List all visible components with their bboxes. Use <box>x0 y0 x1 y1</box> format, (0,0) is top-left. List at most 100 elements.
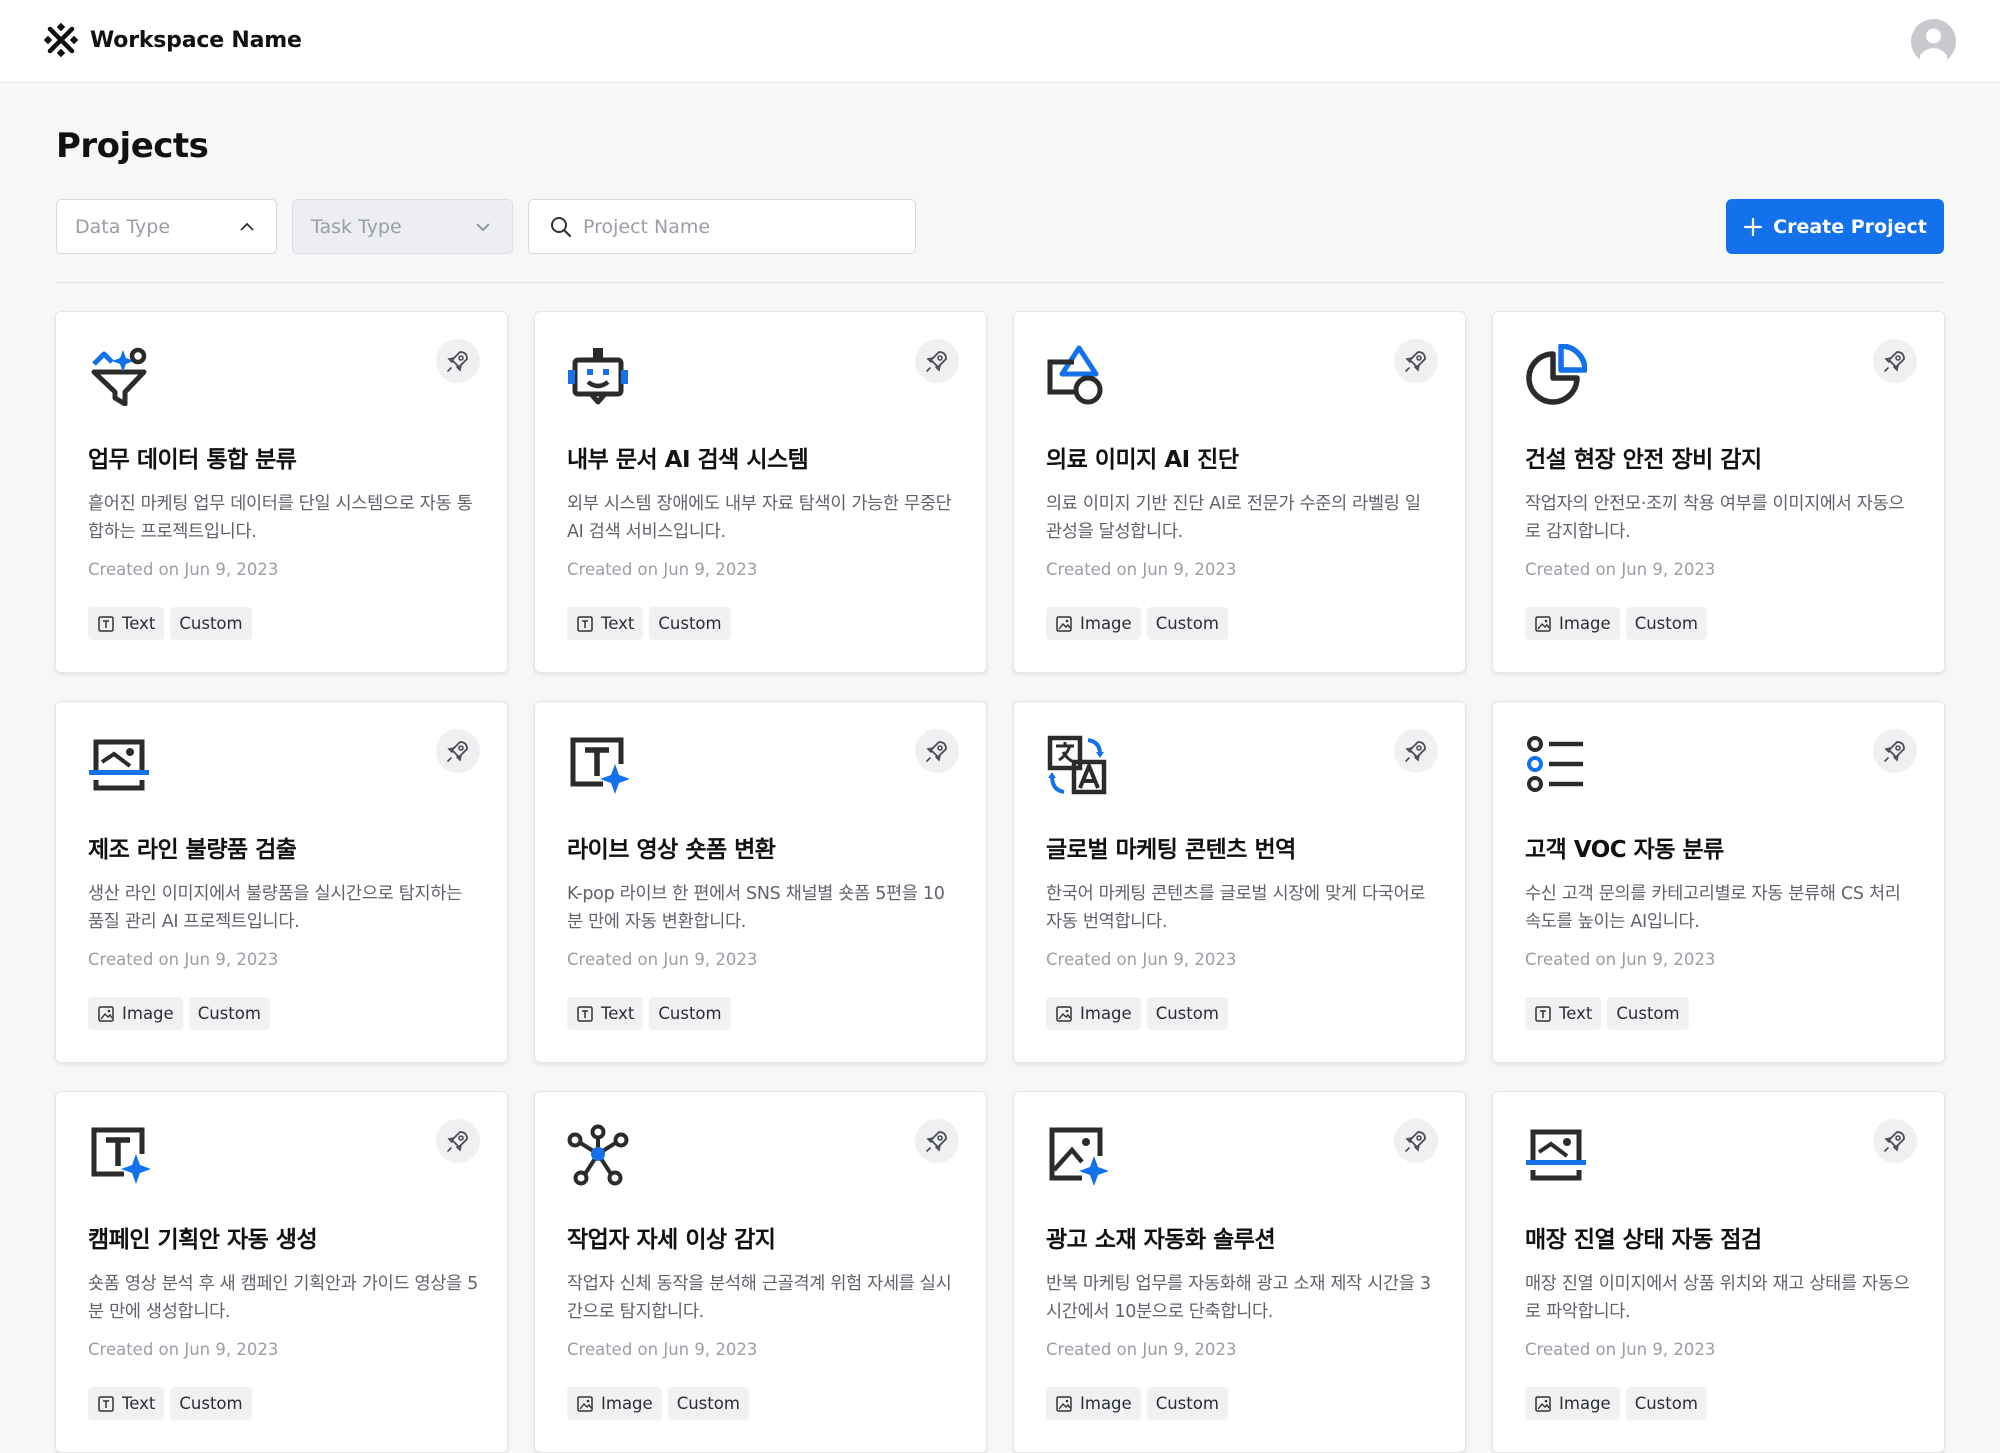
project-card[interactable]: 업무 데이터 통합 분류 흩어진 마케팅 업무 데이터를 단일 시스템으로 자동… <box>55 311 508 673</box>
project-card[interactable]: 라이브 영상 숏폼 변환 K-pop 라이브 한 편에서 SNS 채널별 숏폼 … <box>534 701 987 1063</box>
project-description: 수신 고객 문의를 카테고리별로 자동 분류해 CS 처리 속도를 높이는 AI… <box>1525 884 1901 932</box>
user-icon <box>1920 28 1947 64</box>
create-project-button[interactable]: Create Project <box>1726 199 1944 254</box>
project-description: 흩어진 마케팅 업무 데이터를 단일 시스템으로 자동 통합하는 프로젝트입니다… <box>88 494 473 542</box>
project-grid: 업무 데이터 통합 분류 흩어진 마케팅 업무 데이터를 단일 시스템으로 자동… <box>55 311 1945 1453</box>
project-created-date: Created on Jun 9, 2023 <box>1046 950 1237 969</box>
data-type-tag: Image <box>1525 1387 1620 1420</box>
project-description: K-pop 라이브 한 편에서 SNS 채널별 숏폼 5편을 10분 만에 자동… <box>567 884 945 932</box>
rocket-pin-icon <box>1884 1131 1905 1152</box>
task-type-tag: Custom <box>1625 607 1707 640</box>
task-type-tag: Custom <box>667 1387 749 1420</box>
project-card[interactable]: 제조 라인 불량품 검출 생산 라인 이미지에서 불량품을 실시간으로 탐지하는… <box>55 701 508 1063</box>
project-created-date: Created on Jun 9, 2023 <box>1046 1340 1237 1359</box>
task-type-tag: Custom <box>649 997 731 1030</box>
project-tags: Image Custom <box>1046 997 1228 1030</box>
data-type-tag: Text <box>88 1387 165 1420</box>
project-title: 글로벌 마케팅 콘텐츠 번역 <box>1046 837 1296 863</box>
chevron-down-icon <box>476 223 490 232</box>
project-name-input[interactable] <box>583 215 883 238</box>
project-tags: Text Custom <box>88 607 252 640</box>
task-type-label: Custom <box>658 614 722 633</box>
data-type-tag: Image <box>1046 997 1141 1030</box>
pin-button[interactable] <box>915 729 959 773</box>
task-type-tag: Custom <box>1607 997 1689 1030</box>
project-title: 제조 라인 불량품 검출 <box>88 837 297 863</box>
text-type-icon <box>577 615 593 632</box>
task-type-select[interactable]: Task Type <box>292 199 513 254</box>
project-description: 작업자 신체 동작을 분석해 근골격계 위험 자세를 실시간으로 탐지합니다. <box>567 1274 952 1322</box>
pin-button[interactable] <box>1873 729 1917 773</box>
project-card[interactable]: 작업자 자세 이상 감지 작업자 신체 동작을 분석해 근골격계 위험 자세를 … <box>534 1091 987 1453</box>
pin-button[interactable] <box>915 1119 959 1163</box>
pin-button[interactable] <box>1873 1119 1917 1163</box>
project-card[interactable]: 건설 현장 안전 장비 감지 작업자의 안전모·조끼 착용 여부를 이미지에서 … <box>1492 311 1945 673</box>
project-created-date: Created on Jun 9, 2023 <box>88 560 279 579</box>
pin-button[interactable] <box>1394 729 1438 773</box>
project-card[interactable]: 광고 소재 자동화 솔루션 반복 마케팅 업무를 자동화해 광고 소재 제작 시… <box>1013 1091 1466 1453</box>
project-created-date: Created on Jun 9, 2023 <box>1046 560 1237 579</box>
data-type-tag: Image <box>1046 607 1141 640</box>
rocket-pin-icon <box>1405 1131 1426 1152</box>
rocket-pin-icon <box>926 351 947 372</box>
task-type-placeholder: Task Type <box>311 215 402 238</box>
task-type-label: Custom <box>1155 614 1219 633</box>
project-card[interactable]: 캠페인 기획안 자동 생성 숏폼 영상 분석 후 새 캠페인 기획안과 가이드 … <box>55 1091 508 1453</box>
data-type-label: Image <box>1559 1394 1611 1413</box>
data-type-label: Text <box>122 614 156 633</box>
rocket-pin-icon <box>926 1131 947 1152</box>
pin-button[interactable] <box>436 729 480 773</box>
workspace-brand[interactable]: Workspace Name <box>44 23 302 57</box>
project-title: 라이브 영상 숏폼 변환 <box>567 837 776 863</box>
project-description: 매장 진열 이미지에서 상품 위치와 재고 상태를 자동으로 파악합니다. <box>1525 1274 1910 1322</box>
pin-button[interactable] <box>1394 1119 1438 1163</box>
project-tags: Image Custom <box>1525 1387 1707 1420</box>
plus-icon <box>1744 217 1763 236</box>
project-card[interactable]: 의료 이미지 AI 진단 의료 이미지 기반 진단 AI로 전문가 수준의 라벨… <box>1013 311 1466 673</box>
create-project-label: Create Project <box>1773 215 1927 238</box>
project-card[interactable]: 내부 문서 AI 검색 시스템 외부 시스템 장애에도 내부 자료 탐색이 가능… <box>534 311 987 673</box>
data-type-label: Image <box>1559 614 1611 633</box>
image-sparkle-icon <box>1049 1127 1108 1186</box>
project-card[interactable]: 매장 진열 상태 자동 점검 매장 진열 이미지에서 상품 위치와 재고 상태를… <box>1492 1091 1945 1453</box>
pin-button[interactable] <box>915 339 959 383</box>
project-tags: Text Custom <box>567 997 731 1030</box>
chevron-up-icon <box>240 222 254 231</box>
image-type-icon <box>1056 1005 1072 1022</box>
project-tags: Image Custom <box>1046 607 1228 640</box>
task-type-label: Custom <box>1155 1394 1219 1413</box>
rocket-pin-icon <box>926 741 947 762</box>
project-title: 매장 진열 상태 자동 점검 <box>1525 1227 1762 1253</box>
project-search[interactable] <box>528 199 916 254</box>
top-bar: Workspace Name <box>0 0 2000 83</box>
task-type-label: Custom <box>1155 1004 1219 1023</box>
data-type-placeholder: Data Type <box>75 215 171 238</box>
data-type-tag: Text <box>567 607 644 640</box>
data-type-tag: Image <box>88 997 183 1030</box>
rocket-pin-icon <box>1884 351 1905 372</box>
pin-button[interactable] <box>1873 339 1917 383</box>
project-description: 작업자의 안전모·조끼 착용 여부를 이미지에서 자동으로 감지합니다. <box>1525 494 1905 542</box>
project-created-date: Created on Jun 9, 2023 <box>88 1340 279 1359</box>
pin-button[interactable] <box>436 339 480 383</box>
project-description: 한국어 마케팅 콘텐츠를 글로벌 시장에 맞게 다국어로 자동 번역합니다. <box>1046 884 1426 932</box>
data-type-label: Text <box>601 1004 635 1023</box>
project-title: 캠페인 기획안 자동 생성 <box>88 1227 318 1253</box>
task-type-label: Custom <box>658 1004 722 1023</box>
text-sparkle-icon <box>570 737 629 794</box>
project-card[interactable]: 고객 VOC 자동 분류 수신 고객 문의를 카테고리별로 자동 분류해 CS … <box>1492 701 1945 1063</box>
user-avatar[interactable] <box>1911 19 1956 64</box>
pin-button[interactable] <box>1394 339 1438 383</box>
text-type-icon <box>577 1005 593 1022</box>
list-classify-icon <box>1527 736 1583 792</box>
project-card[interactable]: 글로벌 마케팅 콘텐츠 번역 한국어 마케팅 콘텐츠를 글로벌 시장에 맞게 다… <box>1013 701 1466 1063</box>
pin-button[interactable] <box>436 1119 480 1163</box>
project-tags: Image Custom <box>567 1387 749 1420</box>
data-type-label: Image <box>1080 1004 1132 1023</box>
page-title: Projects <box>56 126 209 166</box>
data-type-select[interactable]: Data Type <box>56 199 277 254</box>
project-description: 의료 이미지 기반 진단 AI로 전문가 수준의 라벨링 일관성을 달성합니다. <box>1046 494 1421 542</box>
image-type-icon <box>1056 615 1072 632</box>
text-sparkle-icon <box>91 1127 150 1184</box>
data-type-tag: Text <box>567 997 644 1030</box>
